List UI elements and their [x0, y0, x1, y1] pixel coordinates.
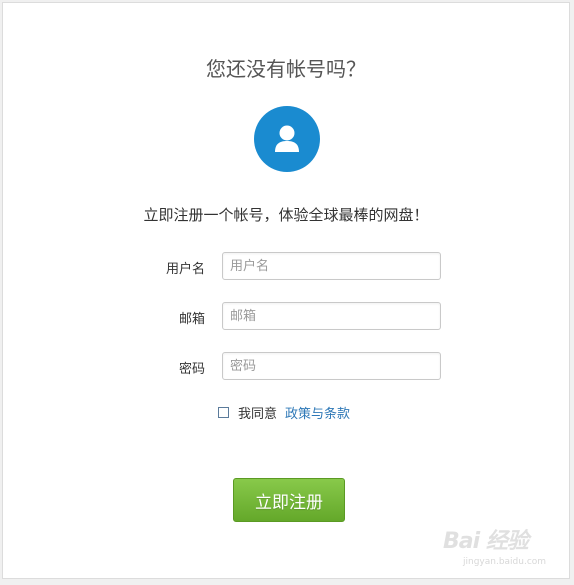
username-label: 用户名: [165, 262, 205, 277]
email-input[interactable]: [222, 302, 441, 330]
username-input[interactable]: [222, 252, 441, 280]
policy-link[interactable]: 政策与条款: [285, 403, 350, 422]
password-label: 密码: [178, 362, 205, 377]
watermark: Bai 经验 jingyan.baidu.com: [443, 523, 563, 573]
signup-panel: 您还没有帐号吗？ 立即注册一个帐号，体验全球最棒的网盘！ 用户名 邮箱 密码 我…: [2, 2, 570, 579]
agree-label: 我同意: [238, 407, 278, 422]
page-title: 您还没有帐号吗？: [206, 57, 366, 81]
password-input[interactable]: [222, 352, 441, 380]
agree-row: 我同意 政策与条款: [218, 403, 350, 422]
register-button[interactable]: 立即注册: [233, 478, 345, 522]
user-icon: [254, 106, 320, 172]
watermark-url: jingyan.baidu.com: [463, 557, 547, 567]
agree-checkbox[interactable]: [218, 407, 229, 418]
page-subtitle: 立即注册一个帐号，体验全球最棒的网盘！: [143, 206, 429, 224]
watermark-logo: Bai 经验: [443, 529, 529, 554]
email-label: 邮箱: [178, 312, 205, 327]
